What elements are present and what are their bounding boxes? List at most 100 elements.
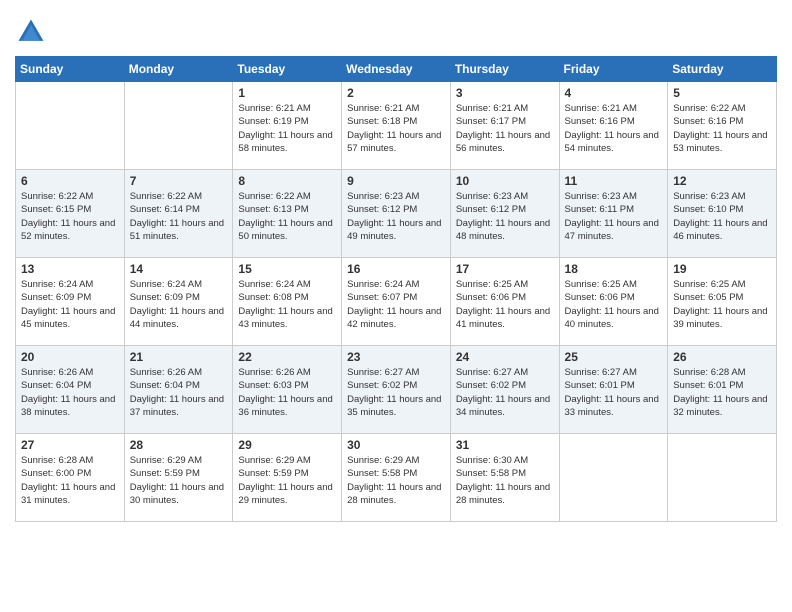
- calendar-body: 1 Sunrise: 6:21 AM Sunset: 6:19 PM Daylig…: [16, 82, 777, 522]
- calendar-week-row: 6 Sunrise: 6:22 AM Sunset: 6:15 PM Daylig…: [16, 170, 777, 258]
- day-number: 25: [565, 350, 663, 364]
- calendar-cell: 23 Sunrise: 6:27 AM Sunset: 6:02 PM Dayli…: [342, 346, 451, 434]
- calendar-cell: 16 Sunrise: 6:24 AM Sunset: 6:07 PM Dayli…: [342, 258, 451, 346]
- day-number: 9: [347, 174, 445, 188]
- day-info: Sunrise: 6:22 AM Sunset: 6:14 PM Dayligh…: [130, 190, 228, 243]
- day-info: Sunrise: 6:28 AM Sunset: 6:01 PM Dayligh…: [673, 366, 771, 419]
- calendar-cell: 1 Sunrise: 6:21 AM Sunset: 6:19 PM Daylig…: [233, 82, 342, 170]
- calendar-cell: [16, 82, 125, 170]
- day-number: 18: [565, 262, 663, 276]
- day-number: 10: [456, 174, 554, 188]
- day-info: Sunrise: 6:29 AM Sunset: 5:58 PM Dayligh…: [347, 454, 445, 507]
- day-number: 21: [130, 350, 228, 364]
- day-info: Sunrise: 6:27 AM Sunset: 6:01 PM Dayligh…: [565, 366, 663, 419]
- calendar-cell: [124, 82, 233, 170]
- logo-icon: [15, 16, 47, 48]
- day-info: Sunrise: 6:28 AM Sunset: 6:00 PM Dayligh…: [21, 454, 119, 507]
- calendar-cell: 12 Sunrise: 6:23 AM Sunset: 6:10 PM Dayli…: [668, 170, 777, 258]
- day-info: Sunrise: 6:22 AM Sunset: 6:16 PM Dayligh…: [673, 102, 771, 155]
- day-number: 7: [130, 174, 228, 188]
- day-info: Sunrise: 6:30 AM Sunset: 5:58 PM Dayligh…: [456, 454, 554, 507]
- day-info: Sunrise: 6:27 AM Sunset: 6:02 PM Dayligh…: [456, 366, 554, 419]
- day-info: Sunrise: 6:26 AM Sunset: 6:04 PM Dayligh…: [21, 366, 119, 419]
- calendar-cell: 6 Sunrise: 6:22 AM Sunset: 6:15 PM Daylig…: [16, 170, 125, 258]
- calendar-cell: 29Sunrise: 6:29 AM Sunset: 5:59 PM Dayli…: [233, 434, 342, 522]
- day-number: 11: [565, 174, 663, 188]
- calendar-cell: 9 Sunrise: 6:23 AM Sunset: 6:12 PM Daylig…: [342, 170, 451, 258]
- calendar-week-row: 1 Sunrise: 6:21 AM Sunset: 6:19 PM Daylig…: [16, 82, 777, 170]
- calendar-cell: 18 Sunrise: 6:25 AM Sunset: 6:06 PM Dayli…: [559, 258, 668, 346]
- day-number: 30: [347, 438, 445, 452]
- day-info: Sunrise: 6:25 AM Sunset: 6:06 PM Dayligh…: [456, 278, 554, 331]
- day-number: 16: [347, 262, 445, 276]
- calendar-cell: 20Sunrise: 6:26 AM Sunset: 6:04 PM Dayli…: [16, 346, 125, 434]
- calendar-cell: 11 Sunrise: 6:23 AM Sunset: 6:11 PM Dayli…: [559, 170, 668, 258]
- calendar-cell: 19 Sunrise: 6:25 AM Sunset: 6:05 PM Dayli…: [668, 258, 777, 346]
- day-number: 28: [130, 438, 228, 452]
- calendar-cell: 13 Sunrise: 6:24 AM Sunset: 6:09 PM Dayli…: [16, 258, 125, 346]
- day-info: Sunrise: 6:21 AM Sunset: 6:17 PM Dayligh…: [456, 102, 554, 155]
- day-info: Sunrise: 6:25 AM Sunset: 6:06 PM Dayligh…: [565, 278, 663, 331]
- day-number: 24: [456, 350, 554, 364]
- day-info: Sunrise: 6:23 AM Sunset: 6:11 PM Dayligh…: [565, 190, 663, 243]
- day-number: 23: [347, 350, 445, 364]
- day-info: Sunrise: 6:23 AM Sunset: 6:10 PM Dayligh…: [673, 190, 771, 243]
- calendar-cell: 4Sunrise: 6:21 AM Sunset: 6:16 PM Daylig…: [559, 82, 668, 170]
- calendar-cell: 7 Sunrise: 6:22 AM Sunset: 6:14 PM Daylig…: [124, 170, 233, 258]
- calendar-week-row: 27Sunrise: 6:28 AM Sunset: 6:00 PM Dayli…: [16, 434, 777, 522]
- calendar-cell: 28 Sunrise: 6:29 AM Sunset: 5:59 PM Dayli…: [124, 434, 233, 522]
- day-number: 13: [21, 262, 119, 276]
- day-number: 31: [456, 438, 554, 452]
- calendar-cell: 10 Sunrise: 6:23 AM Sunset: 6:12 PM Dayli…: [450, 170, 559, 258]
- day-number: 14: [130, 262, 228, 276]
- weekday-header-friday: Friday: [559, 57, 668, 82]
- day-info: Sunrise: 6:26 AM Sunset: 6:04 PM Dayligh…: [130, 366, 228, 419]
- day-info: Sunrise: 6:21 AM Sunset: 6:18 PM Dayligh…: [347, 102, 445, 155]
- calendar-week-row: 20Sunrise: 6:26 AM Sunset: 6:04 PM Dayli…: [16, 346, 777, 434]
- weekday-header-thursday: Thursday: [450, 57, 559, 82]
- weekday-header-saturday: Saturday: [668, 57, 777, 82]
- day-info: Sunrise: 6:29 AM Sunset: 5:59 PM Dayligh…: [130, 454, 228, 507]
- header: [15, 10, 777, 48]
- calendar-cell: 5 Sunrise: 6:22 AM Sunset: 6:16 PM Daylig…: [668, 82, 777, 170]
- weekday-header-sunday: Sunday: [16, 57, 125, 82]
- day-number: 19: [673, 262, 771, 276]
- day-info: Sunrise: 6:21 AM Sunset: 6:19 PM Dayligh…: [238, 102, 336, 155]
- weekday-header-row: SundayMondayTuesdayWednesdayThursdayFrid…: [16, 57, 777, 82]
- calendar-cell: 14 Sunrise: 6:24 AM Sunset: 6:09 PM Dayli…: [124, 258, 233, 346]
- day-number: 26: [673, 350, 771, 364]
- day-info: Sunrise: 6:23 AM Sunset: 6:12 PM Dayligh…: [347, 190, 445, 243]
- day-info: Sunrise: 6:24 AM Sunset: 6:07 PM Dayligh…: [347, 278, 445, 331]
- day-number: 8: [238, 174, 336, 188]
- day-number: 15: [238, 262, 336, 276]
- day-number: 6: [21, 174, 119, 188]
- calendar-cell: 30 Sunrise: 6:29 AM Sunset: 5:58 PM Dayli…: [342, 434, 451, 522]
- day-info: Sunrise: 6:27 AM Sunset: 6:02 PM Dayligh…: [347, 366, 445, 419]
- calendar-table: SundayMondayTuesdayWednesdayThursdayFrid…: [15, 56, 777, 522]
- calendar-cell: 21 Sunrise: 6:26 AM Sunset: 6:04 PM Dayli…: [124, 346, 233, 434]
- calendar-week-row: 13 Sunrise: 6:24 AM Sunset: 6:09 PM Dayli…: [16, 258, 777, 346]
- calendar-cell: 8 Sunrise: 6:22 AM Sunset: 6:13 PM Daylig…: [233, 170, 342, 258]
- day-number: 2: [347, 86, 445, 100]
- day-number: 12: [673, 174, 771, 188]
- day-number: 5: [673, 86, 771, 100]
- day-number: 1: [238, 86, 336, 100]
- day-info: Sunrise: 6:23 AM Sunset: 6:12 PM Dayligh…: [456, 190, 554, 243]
- day-info: Sunrise: 6:22 AM Sunset: 6:13 PM Dayligh…: [238, 190, 336, 243]
- calendar-cell: 31 Sunrise: 6:30 AM Sunset: 5:58 PM Dayli…: [450, 434, 559, 522]
- calendar-cell: 2 Sunrise: 6:21 AM Sunset: 6:18 PM Daylig…: [342, 82, 451, 170]
- day-number: 4: [565, 86, 663, 100]
- calendar-cell: 24 Sunrise: 6:27 AM Sunset: 6:02 PM Dayli…: [450, 346, 559, 434]
- calendar-cell: 3 Sunrise: 6:21 AM Sunset: 6:17 PM Daylig…: [450, 82, 559, 170]
- calendar-cell: 15Sunrise: 6:24 AM Sunset: 6:08 PM Dayli…: [233, 258, 342, 346]
- day-info: Sunrise: 6:24 AM Sunset: 6:09 PM Dayligh…: [21, 278, 119, 331]
- calendar-header: SundayMondayTuesdayWednesdayThursdayFrid…: [16, 57, 777, 82]
- day-info: Sunrise: 6:22 AM Sunset: 6:15 PM Dayligh…: [21, 190, 119, 243]
- day-number: 17: [456, 262, 554, 276]
- day-number: 3: [456, 86, 554, 100]
- day-info: Sunrise: 6:25 AM Sunset: 6:05 PM Dayligh…: [673, 278, 771, 331]
- day-info: Sunrise: 6:24 AM Sunset: 6:09 PM Dayligh…: [130, 278, 228, 331]
- weekday-header-tuesday: Tuesday: [233, 57, 342, 82]
- calendar-cell: 22Sunrise: 6:26 AM Sunset: 6:03 PM Dayli…: [233, 346, 342, 434]
- weekday-header-monday: Monday: [124, 57, 233, 82]
